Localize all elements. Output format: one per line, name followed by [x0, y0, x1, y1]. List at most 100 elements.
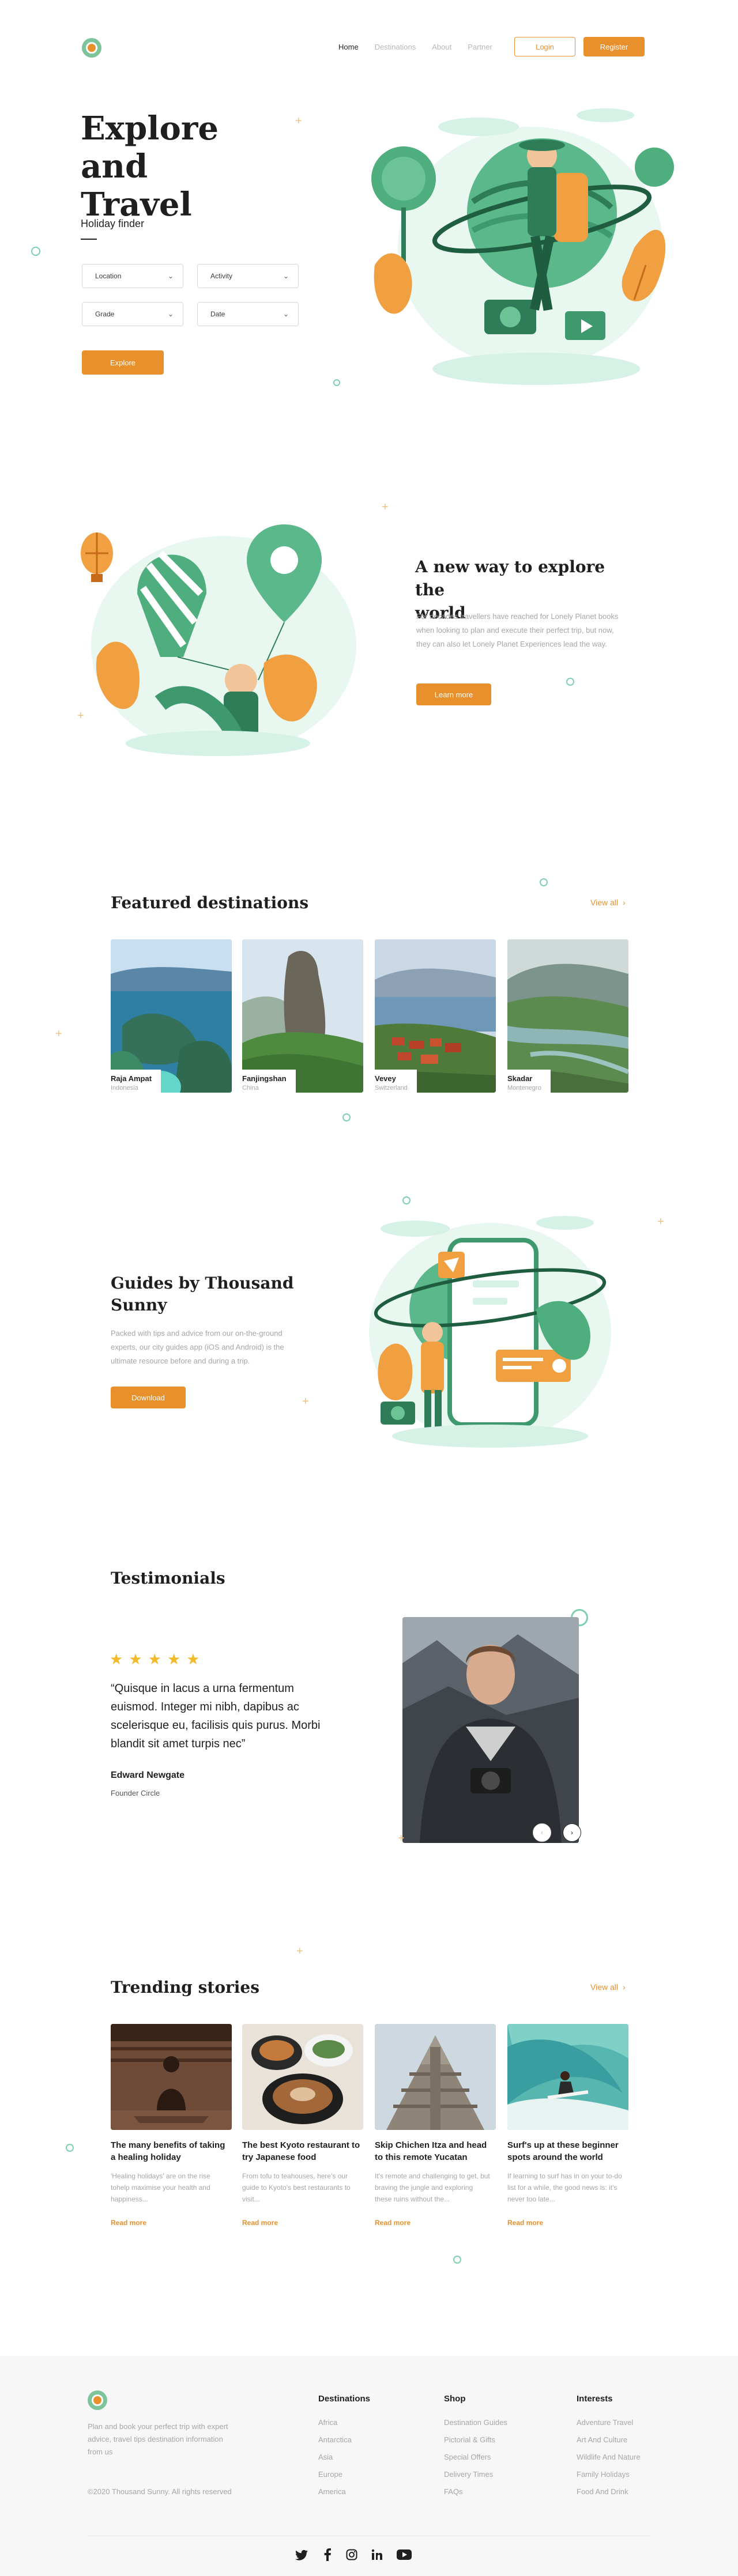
footer-link[interactable]: FAQs — [444, 2487, 463, 2496]
footer-link[interactable]: Adventure Travel — [577, 2418, 633, 2427]
footer-logo[interactable] — [88, 2390, 107, 2410]
star-icon: ★ — [110, 1650, 123, 1668]
holiday-finder-label: Holiday finder — [81, 218, 145, 229]
footer-link[interactable]: Africa — [318, 2418, 337, 2427]
next-testimonial-button[interactable]: › — [563, 1823, 581, 1842]
destination-card[interactable]: Skadar Montenegro — [507, 939, 628, 1093]
destination-name: Vevey — [375, 1074, 396, 1083]
footer-link[interactable]: Europe — [318, 2470, 342, 2479]
explore-body: For decades travellers have reached for … — [416, 612, 619, 648]
guides-title: Guides by Thousand Sunny — [111, 1272, 307, 1316]
location-select[interactable]: Location ⌄ — [82, 264, 183, 288]
decor-circle — [66, 2144, 74, 2152]
activity-select[interactable]: Activity ⌄ — [197, 264, 299, 288]
decor-circle — [402, 1196, 411, 1204]
hero-title-line1: Explore and — [81, 109, 219, 186]
story-title[interactable]: The best Kyoto restaurant to try Japanes… — [242, 2139, 361, 2163]
prev-testimonial-button[interactable]: ‹ — [533, 1823, 551, 1842]
chevron-right-icon: › — [623, 898, 626, 907]
nav-home[interactable]: Home — [338, 43, 359, 51]
stories-view-all-label: View all — [590, 1982, 618, 1992]
activity-select-label: Activity — [210, 272, 233, 280]
chevron-down-icon: ⌄ — [167, 272, 174, 280]
destination-label: Vevey Switzerland — [375, 1070, 417, 1093]
read-more-link[interactable]: Read more — [111, 2219, 146, 2227]
footer-link[interactable]: Food And Drink — [577, 2487, 628, 2496]
story-image-kyoto[interactable] — [242, 2024, 363, 2130]
finder-underline — [81, 239, 97, 240]
story-excerpt: If learning to surf has in on your to-do… — [507, 2172, 622, 2203]
footer-link[interactable]: Delivery Times — [444, 2470, 493, 2479]
decor-plus: + — [302, 1395, 309, 1408]
star-icon: ★ — [129, 1650, 142, 1668]
guides-title-line2: Sunny — [111, 1295, 167, 1315]
facebook-icon[interactable] — [324, 2548, 331, 2564]
destination-country: Switzerland — [375, 1085, 408, 1091]
decor-circle — [566, 678, 574, 686]
footer — [0, 2356, 738, 2576]
date-select-label: Date — [210, 310, 225, 318]
read-more-link[interactable]: Read more — [507, 2219, 543, 2227]
destination-label: Skadar Montenegro — [507, 1070, 551, 1093]
footer-link[interactable]: Wildlife And Nature — [577, 2453, 641, 2461]
hero-title: Explore and Travel — [81, 109, 265, 224]
destination-card[interactable]: Fanjingshan China — [242, 939, 363, 1093]
testimonial-photo-frame — [402, 1617, 579, 1843]
read-more-link[interactable]: Read more — [242, 2219, 278, 2227]
story-title[interactable]: The many benefits of taking a healing ho… — [111, 2139, 229, 2163]
read-more-link[interactable]: Read more — [375, 2219, 411, 2227]
testimonial-author: Edward Newgate — [111, 1770, 185, 1780]
footer-link[interactable]: Family Holidays — [577, 2470, 630, 2479]
decor-circle — [342, 1113, 351, 1121]
footer-link[interactable]: Art And Culture — [577, 2435, 627, 2444]
stories-title: Trending stories — [111, 1978, 259, 1997]
destination-card[interactable]: Vevey Switzerland — [375, 939, 496, 1093]
footer-copyright: ©2020 Thousand Sunny. All rights reserve… — [88, 2487, 232, 2496]
nav-destinations[interactable]: Destinations — [375, 43, 416, 51]
youtube-icon[interactable] — [397, 2549, 412, 2563]
twitter-icon[interactable] — [295, 2549, 308, 2564]
story-image-healing[interactable] — [111, 2024, 232, 2130]
footer-link[interactable]: Asia — [318, 2453, 333, 2461]
guides-body: Packed with tips and advice from our on-… — [111, 1329, 284, 1365]
footer-link[interactable]: Pictorial & Gifts — [444, 2435, 495, 2444]
story-photo — [111, 2024, 232, 2130]
stories-view-all-link[interactable]: View all › — [590, 1982, 626, 1992]
decor-circle — [31, 247, 40, 256]
date-select[interactable]: Date ⌄ — [197, 302, 299, 326]
story-image-surf[interactable] — [507, 2024, 628, 2130]
featured-title: Featured destinations — [111, 893, 309, 912]
linkedin-icon[interactable] — [371, 2549, 383, 2563]
footer-link[interactable]: America — [318, 2487, 346, 2496]
decor-circle — [333, 379, 340, 386]
story-title[interactable]: Skip Chichen Itza and head to this remot… — [375, 2139, 494, 2163]
instagram-icon[interactable] — [346, 2549, 357, 2563]
register-button[interactable]: Register — [583, 37, 645, 56]
destination-country: Montenegro — [507, 1085, 541, 1091]
nav-about[interactable]: About — [432, 43, 451, 51]
story-photo — [507, 2024, 628, 2130]
grade-select[interactable]: Grade ⌄ — [82, 302, 183, 326]
story-photo — [375, 2024, 496, 2130]
download-button[interactable]: Download — [111, 1387, 186, 1408]
learn-more-button[interactable]: Learn more — [416, 683, 491, 705]
login-button[interactable]: Login — [514, 37, 575, 56]
footer-link[interactable]: Destination Guides — [444, 2418, 507, 2427]
chevron-left-icon: ‹ — [541, 1829, 543, 1837]
logo[interactable] — [82, 38, 101, 58]
destination-label: Fanjingshan China — [242, 1070, 296, 1093]
chevron-right-icon: › — [623, 1982, 626, 1992]
guides-illustration — [369, 1216, 611, 1448]
story-image-chichen-itza[interactable] — [375, 2024, 496, 2130]
explore-button[interactable]: Explore — [82, 350, 164, 375]
footer-col-title: Destinations — [318, 2394, 371, 2404]
featured-view-all-link[interactable]: View all › — [590, 898, 626, 907]
nav-partner[interactable]: Partner — [468, 43, 492, 51]
story-excerpt: From tofu to teahouses, here's our guide… — [242, 2172, 351, 2203]
footer-link[interactable]: Antarctica — [318, 2435, 352, 2444]
story-title[interactable]: Surf's up at these beginner spots around… — [507, 2139, 626, 2163]
destination-name: Skadar — [507, 1074, 533, 1083]
destination-card[interactable]: Raja Ampat Indonesia — [111, 939, 232, 1093]
testimonial-role: Founder Circle — [111, 1789, 160, 1797]
footer-link[interactable]: Special Offers — [444, 2453, 491, 2461]
